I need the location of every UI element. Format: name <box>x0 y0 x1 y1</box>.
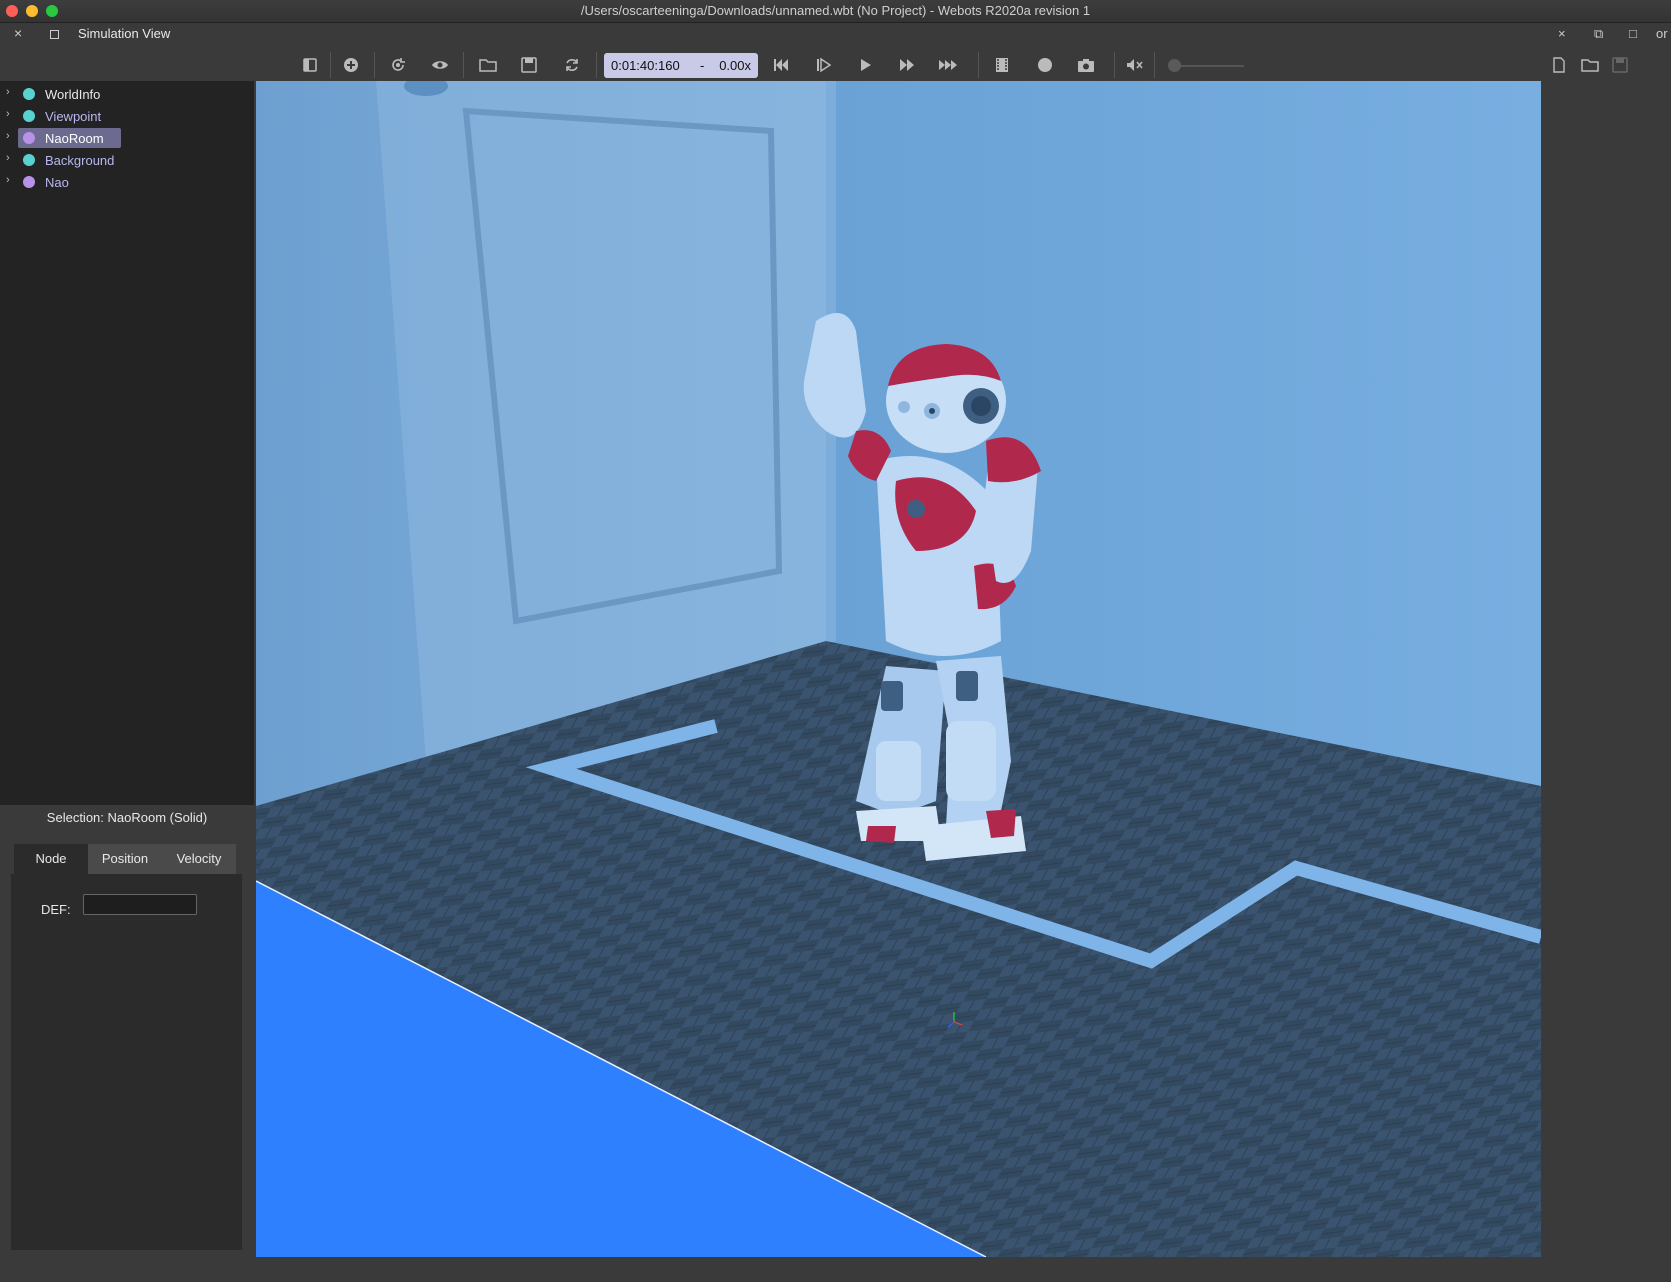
play-icon[interactable] <box>854 54 876 76</box>
dock-float-icon[interactable] <box>50 30 59 39</box>
expand-chevron-icon[interactable]: › <box>6 174 10 186</box>
editor-maximize-icon[interactable]: □ <box>1629 26 1637 41</box>
window-title: /Users/oscarteeninga/Downloads/unnamed.w… <box>580 3 1091 18</box>
add-node-icon[interactable] <box>340 54 362 76</box>
record-icon[interactable] <box>1034 54 1056 76</box>
node-dot-icon <box>23 110 35 122</box>
sidebar-toggle-icon[interactable] <box>299 54 321 76</box>
expand-chevron-icon[interactable]: › <box>6 130 10 142</box>
open-world-icon[interactable] <box>477 54 499 76</box>
save-world-icon[interactable] <box>518 54 540 76</box>
selection-panel: Selection: NaoRoom (Solid) Node Position… <box>0 805 254 1282</box>
dock-close-icon[interactable]: × <box>14 25 22 41</box>
fast-forward-icon[interactable] <box>896 54 918 76</box>
selection-title: Selection: NaoRoom (Solid) <box>46 810 208 825</box>
simulation-time: 0:01:40:160 <box>611 58 680 73</box>
dock-title: Simulation View <box>78 26 171 41</box>
volume-slider[interactable] <box>1178 65 1244 67</box>
tab-velocity[interactable]: Velocity <box>162 844 236 874</box>
tree-item-nao[interactable]: › Nao <box>0 172 254 192</box>
mute-icon[interactable] <box>1123 54 1145 76</box>
tab-position[interactable]: Position <box>88 844 162 874</box>
def-label: DEF: <box>41 902 71 917</box>
tree-item-background[interactable]: › Background <box>0 150 254 170</box>
node-dot-icon <box>23 88 35 100</box>
screenshot-icon[interactable] <box>1075 54 1097 76</box>
tree-item-viewpoint[interactable]: › Viewpoint <box>0 106 254 126</box>
reload-world-icon[interactable] <box>561 54 583 76</box>
eye-icon[interactable] <box>429 54 451 76</box>
expand-chevron-icon[interactable]: › <box>6 108 10 120</box>
text-editor-dock <box>1541 81 1671 1282</box>
reset-view-icon[interactable] <box>387 54 409 76</box>
tree-item-worldinfo[interactable]: › WorldInfo <box>0 84 254 104</box>
def-input[interactable] <box>83 894 197 915</box>
node-dot-icon <box>23 154 35 166</box>
editor-tab-fragment[interactable]: or <box>1656 26 1668 41</box>
toolbar <box>0 46 1671 84</box>
simulation-time-display: 0:01:40:160 - 0.00x <box>604 53 758 78</box>
reset-simulation-icon[interactable] <box>770 54 792 76</box>
3d-viewport[interactable] <box>256 81 1541 1257</box>
fastest-icon[interactable] <box>937 54 959 76</box>
expand-chevron-icon[interactable]: › <box>6 152 10 164</box>
node-dot-icon <box>23 132 35 144</box>
close-window-button[interactable] <box>6 5 18 17</box>
open-file-icon[interactable] <box>1579 54 1601 76</box>
tree-item-label: NaoRoom <box>45 131 104 146</box>
zoom-window-button[interactable] <box>46 5 58 17</box>
node-dot-icon <box>23 176 35 188</box>
tree-item-label: Viewpoint <box>45 109 102 124</box>
expand-chevron-icon[interactable]: › <box>6 86 10 98</box>
minimize-window-button[interactable] <box>26 5 38 17</box>
tree-item-label: Background <box>45 153 115 168</box>
new-file-icon[interactable] <box>1548 54 1570 76</box>
window-titlebar: /Users/oscarteeninga/Downloads/unnamed.w… <box>0 0 1671 23</box>
simulation-view-dock-header: × Simulation View × ⧉ □ or <box>0 23 1671 45</box>
simulation-speed: 0.00x <box>719 58 751 73</box>
tree-item-label: Nao <box>45 175 69 190</box>
node-tab-body: DEF: <box>11 874 242 1250</box>
time-separator: - <box>700 58 705 73</box>
movie-icon[interactable] <box>991 54 1013 76</box>
scene-render <box>256 81 1541 1257</box>
editor-close-icon[interactable]: × <box>1558 26 1566 41</box>
tab-node[interactable]: Node <box>14 844 88 874</box>
scene-tree: › WorldInfo › Viewpoint › NaoRoom › Back… <box>0 81 254 805</box>
step-icon[interactable] <box>812 54 834 76</box>
tree-item-label: WorldInfo <box>45 87 101 102</box>
save-file-icon[interactable] <box>1609 54 1631 76</box>
volume-slider-handle[interactable] <box>1168 59 1181 72</box>
editor-restore-icon[interactable]: ⧉ <box>1594 26 1603 42</box>
tree-item-naoroom[interactable]: › NaoRoom <box>0 128 254 148</box>
